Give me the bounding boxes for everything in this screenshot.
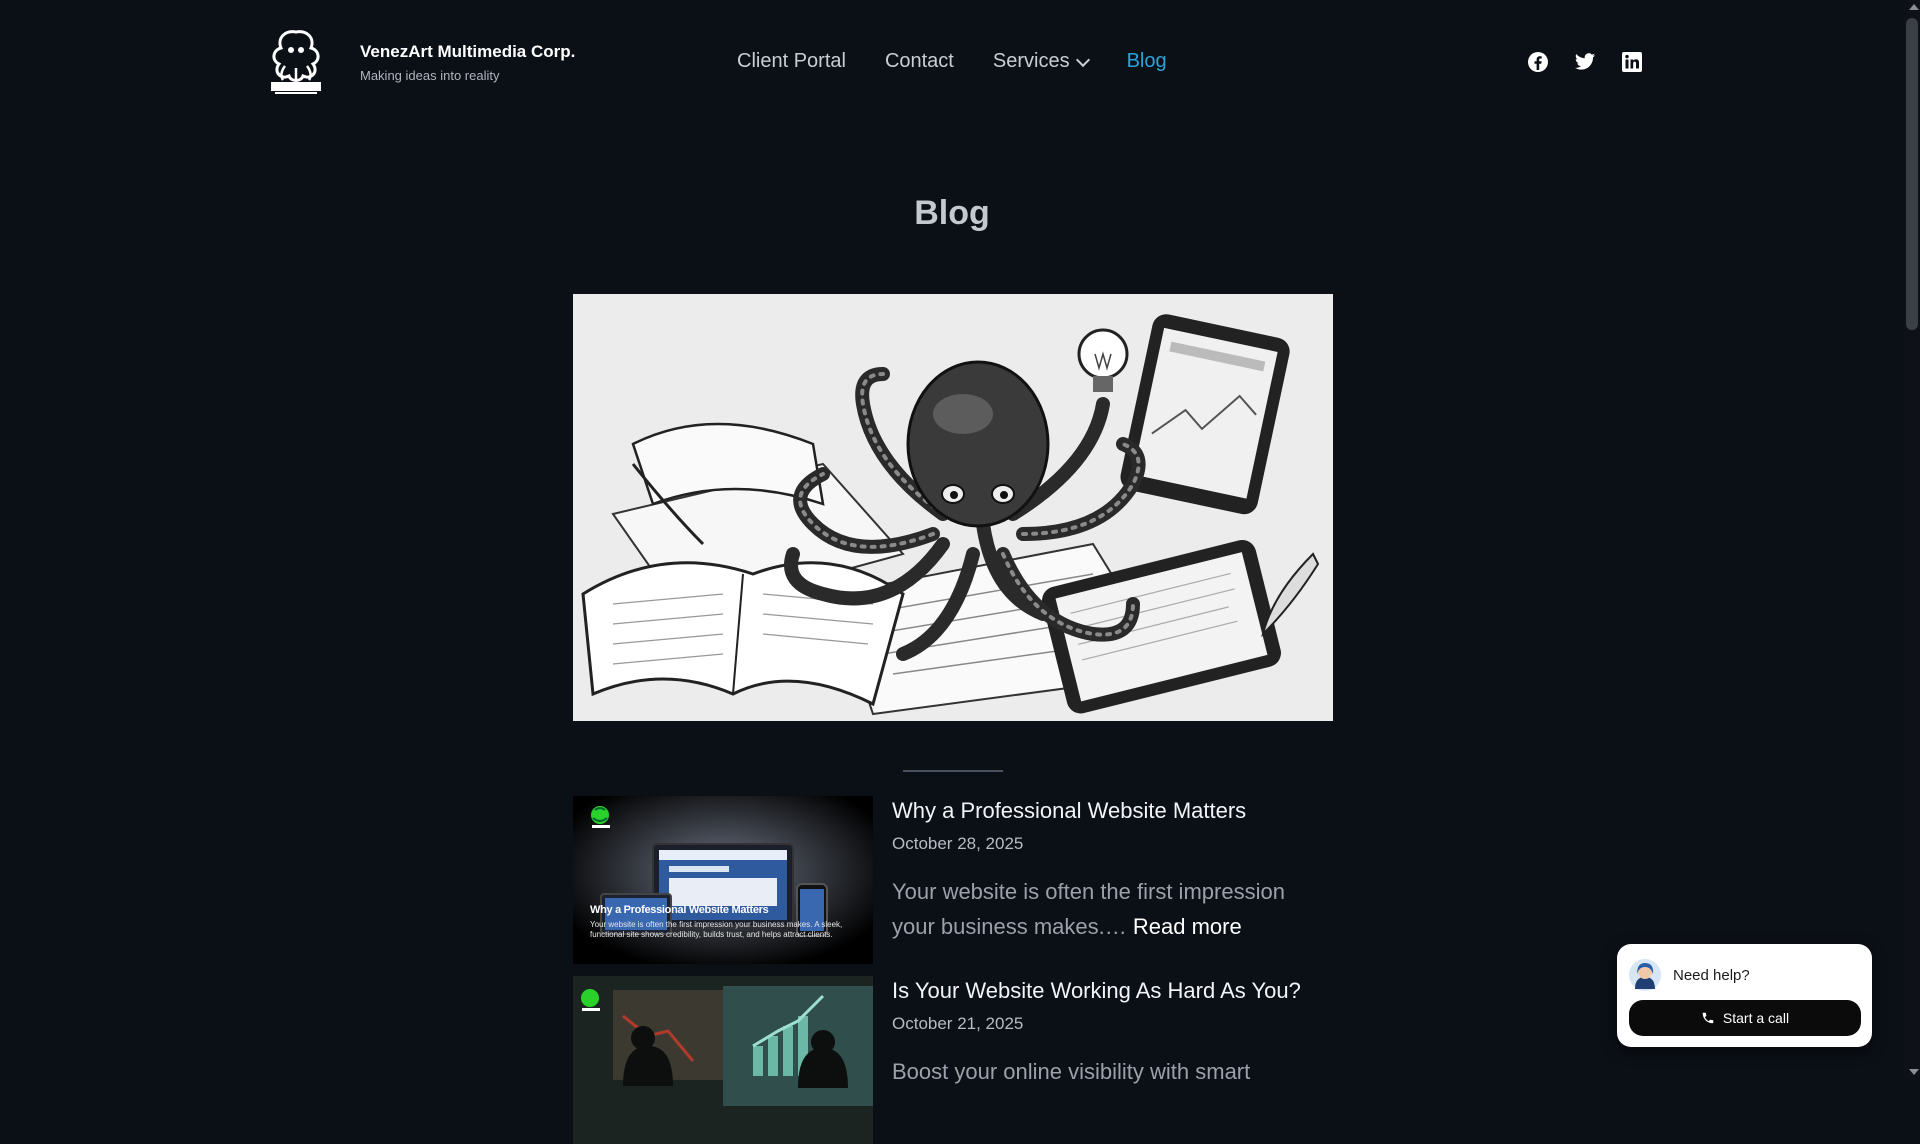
post-title[interactable]: Why a Professional Website Matters: [892, 798, 1246, 824]
help-prompt: Need help?: [1673, 967, 1750, 984]
facebook-icon[interactable]: [1527, 51, 1549, 73]
scroll-down-icon[interactable]: [1909, 1069, 1919, 1075]
read-more-link[interactable]: Read more: [1133, 914, 1242, 939]
nav-blog[interactable]: Blog: [1127, 50, 1167, 73]
post-item: Is Your Website Working As Hard As You? …: [573, 976, 1333, 1144]
phone-icon: [1702, 1012, 1714, 1024]
chevron-down-icon: [1075, 52, 1090, 67]
brand-name[interactable]: VenezArt Multimedia Corp.: [360, 42, 575, 62]
nav-client-portal[interactable]: Client Portal: [737, 50, 846, 73]
post-thumbnail[interactable]: Why a Professional Website Matters Your …: [573, 796, 873, 964]
post-date: October 28, 2025: [892, 834, 1024, 853]
scrollbar-thumb[interactable]: [1906, 18, 1918, 330]
section-divider: [903, 770, 1003, 772]
twitter-icon[interactable]: [1574, 51, 1596, 73]
nav-blog-label: Blog: [1126, 50, 1167, 72]
post-excerpt: Boost your online visibility with smart: [892, 1059, 1251, 1084]
nav-services-label: Services: [992, 50, 1070, 72]
nav-contact-label: Contact: [884, 50, 954, 72]
logo-icon[interactable]: [265, 26, 327, 96]
thumbnail-text: Your website is often the first impressi…: [590, 920, 843, 939]
nav-services[interactable]: Services: [992, 50, 1090, 73]
brand-tagline: Making ideas into reality: [360, 68, 500, 83]
main-nav: Client Portal Contact Services Blog: [737, 50, 1167, 73]
nav-client-portal-label: Client Portal: [737, 50, 846, 72]
start-call-label: Start a call: [1722, 1010, 1790, 1026]
agent-avatar-icon: [1629, 959, 1661, 991]
scroll-up-icon[interactable]: [1909, 4, 1919, 10]
linkedin-icon[interactable]: [1621, 51, 1643, 73]
hero-image: [573, 294, 1333, 721]
page-title: Blog: [914, 194, 990, 232]
post-date: October 21, 2025: [892, 1014, 1024, 1033]
post-thumbnail[interactable]: [573, 976, 873, 1144]
nav-contact[interactable]: Contact: [885, 50, 954, 73]
site-header: VenezArt Multimedia Corp. Making ideas i…: [0, 0, 1904, 120]
start-call-button[interactable]: Start a call: [1629, 1000, 1861, 1036]
post-item: Why a Professional Website Matters Your …: [573, 796, 1333, 966]
thumbnail-heading: Why a Professional Website Matters: [590, 904, 769, 916]
post-excerpt: Your website is often the first impressi…: [892, 874, 1322, 944]
help-widget: Need help? Start a call: [1617, 944, 1872, 1047]
post-title[interactable]: Is Your Website Working As Hard As You?: [892, 978, 1301, 1004]
